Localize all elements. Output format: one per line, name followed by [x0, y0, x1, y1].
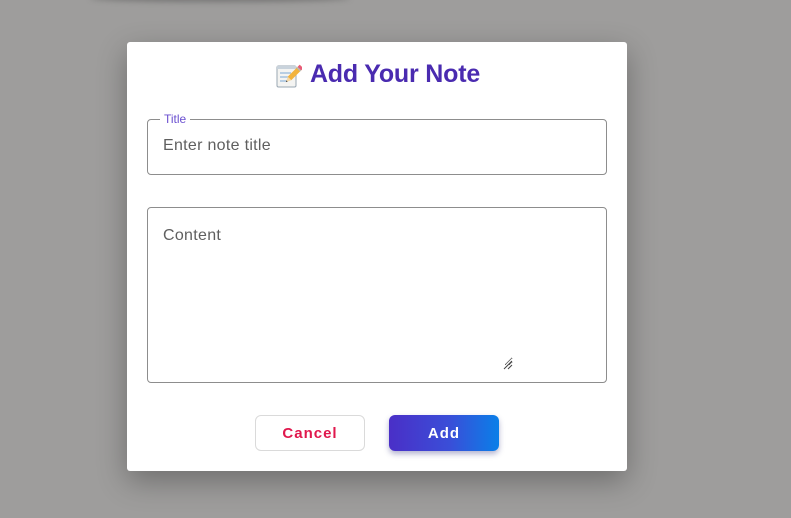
dialog-title-text: Add Your Note — [309, 60, 481, 88]
add-button[interactable]: Add — [389, 415, 499, 451]
content-field[interactable] — [147, 207, 607, 383]
backdrop-shadow — [90, 0, 350, 2]
dialog-title: Add Your Note — [127, 60, 627, 89]
add-note-dialog: Add Your Note Title Cancel Add — [127, 42, 627, 471]
resize-handle-icon[interactable] — [503, 357, 513, 370]
cancel-button[interactable]: Cancel — [255, 415, 365, 451]
content-textarea[interactable] — [163, 227, 513, 366]
title-input[interactable] — [163, 137, 583, 155]
title-field-label: Title — [160, 112, 191, 126]
memo-pencil-icon — [274, 61, 304, 89]
title-field[interactable]: Title — [147, 112, 607, 175]
